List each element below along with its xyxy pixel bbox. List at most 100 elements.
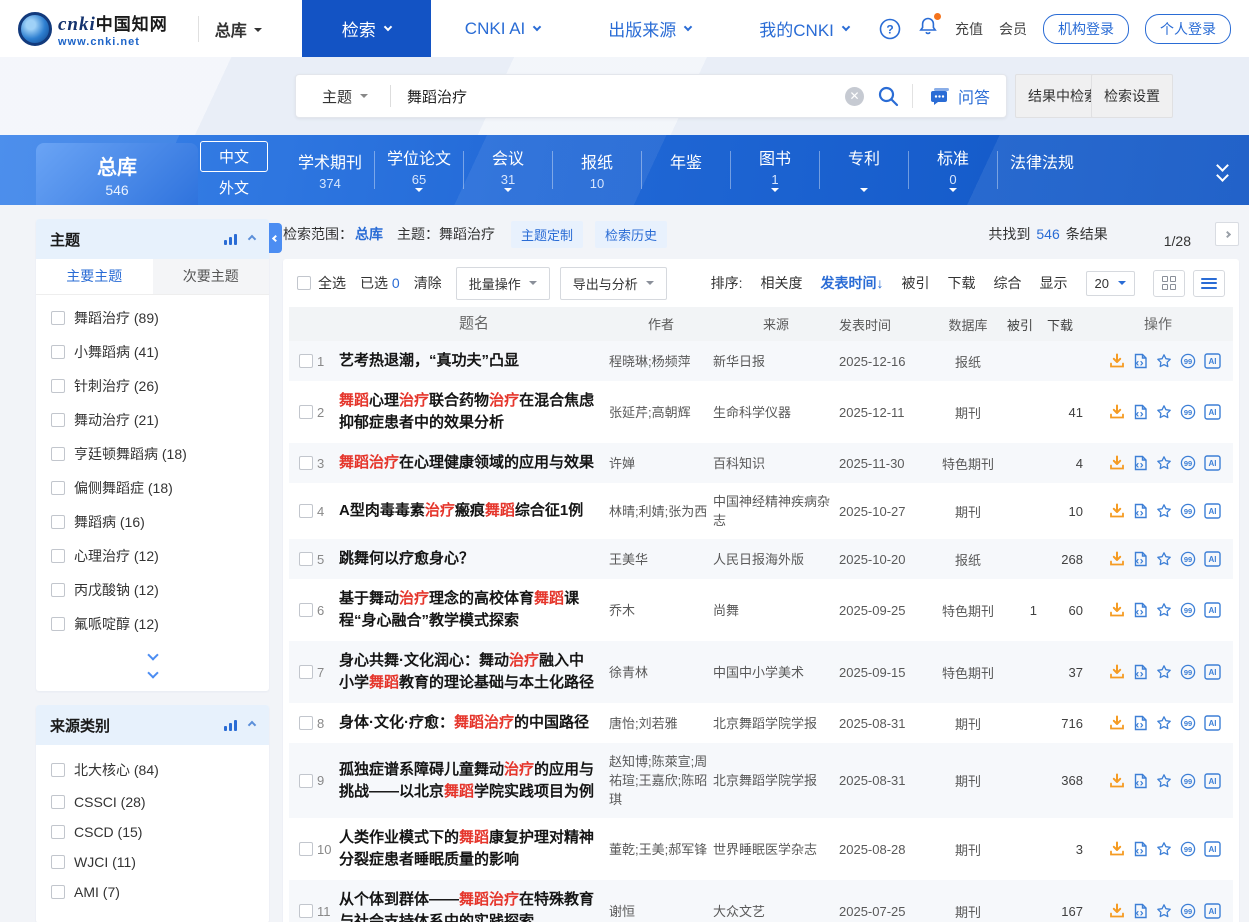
checkbox[interactable]	[51, 885, 65, 899]
source-collapse-icon[interactable]	[248, 721, 256, 729]
download-icon[interactable]	[1109, 551, 1125, 567]
grid-view-button[interactable]	[1153, 270, 1185, 297]
filter-item[interactable]: 舞动治疗 (21)	[36, 403, 269, 437]
db-tab[interactable]: 法律法规	[998, 149, 1086, 191]
result-authors[interactable]: 唐怡;刘若雅	[609, 714, 713, 733]
checkbox[interactable]	[51, 481, 65, 495]
checkbox[interactable]	[51, 447, 65, 461]
nav-cnki-ai[interactable]: CNKI AI	[431, 0, 574, 57]
help-icon[interactable]: ?	[879, 18, 901, 40]
recharge-link[interactable]: 充值	[955, 19, 983, 39]
html-read-icon[interactable]	[1133, 353, 1148, 369]
notification-bell-icon[interactable]	[917, 15, 939, 42]
result-title-link[interactable]: 人类作业模式下的舞蹈康复护理对精神分裂症患者睡眠质量的影响	[339, 827, 609, 871]
result-authors[interactable]: 董乾;王美;郝军锋	[609, 840, 713, 859]
filter-item[interactable]: 亨廷顿舞蹈病 (18)	[36, 437, 269, 471]
row-checkbox[interactable]	[299, 552, 313, 566]
cite-icon[interactable]: 99	[1180, 602, 1196, 618]
row-checkbox[interactable]	[299, 405, 313, 419]
result-source[interactable]: 新华日报	[713, 352, 839, 371]
favorite-star-icon[interactable]	[1156, 715, 1172, 731]
result-authors[interactable]: 程晓琳;杨频萍	[609, 352, 713, 371]
checkbox[interactable]	[51, 549, 65, 563]
download-icon[interactable]	[1109, 404, 1125, 420]
result-authors[interactable]: 赵知博;陈萊宣;周祐瑄;王嘉欣;陈昭琪	[609, 752, 713, 809]
html-read-icon[interactable]	[1133, 551, 1148, 567]
html-read-icon[interactable]	[1133, 715, 1148, 731]
row-checkbox[interactable]	[299, 842, 313, 856]
cite-icon[interactable]: 99	[1180, 773, 1196, 789]
filter-item[interactable]: CSCD (15)	[36, 817, 269, 847]
result-title-link[interactable]: 从个体到群体——舞蹈治疗在特殊教育与社会支持体系中的实践探索	[339, 889, 609, 922]
sort-publish-time[interactable]: 发表时间↓	[821, 273, 884, 293]
result-title-link[interactable]: 身心共舞·文化润心：舞动治疗融入中小学舞蹈教育的理论基础与本土化路径	[339, 650, 609, 694]
ai-assistant-icon[interactable]: AI	[1204, 404, 1221, 420]
result-authors[interactable]: 张延芹;高朝辉	[609, 403, 713, 422]
html-read-icon[interactable]	[1133, 602, 1148, 618]
filter-item[interactable]: WJCI (11)	[36, 847, 269, 877]
favorite-star-icon[interactable]	[1156, 841, 1172, 857]
db-tab[interactable]: 会议 31	[464, 145, 552, 196]
search-settings-button[interactable]: 检索设置	[1091, 74, 1173, 118]
result-source[interactable]: 大众文艺	[713, 902, 839, 921]
sort-cited[interactable]: 被引	[902, 273, 930, 293]
result-source[interactable]: 尚舞	[713, 601, 839, 620]
result-source[interactable]: 中国神经精神疾病杂志	[713, 492, 839, 530]
subject-collapse-icon[interactable]	[248, 235, 256, 243]
filter-item[interactable]: 丙戊酸钠 (12)	[36, 573, 269, 607]
row-checkbox[interactable]	[299, 774, 313, 788]
ai-assistant-icon[interactable]: AI	[1204, 664, 1221, 680]
row-checkbox[interactable]	[299, 665, 313, 679]
checkbox[interactable]	[51, 795, 65, 809]
more-databases-icon[interactable]	[1218, 161, 1227, 180]
ai-assistant-icon[interactable]: AI	[1204, 773, 1221, 789]
result-authors[interactable]: 谢恒	[609, 902, 713, 921]
ai-assistant-icon[interactable]: AI	[1204, 715, 1221, 731]
subject-chart-icon[interactable]	[224, 234, 237, 245]
result-title-link[interactable]: 跳舞何以疗愈身心？	[339, 548, 609, 570]
result-authors[interactable]: 乔木	[609, 601, 713, 620]
tab-main-subject[interactable]: 主要主题	[36, 259, 153, 294]
sort-downloads[interactable]: 下载	[948, 273, 976, 293]
html-read-icon[interactable]	[1133, 773, 1148, 789]
favorite-star-icon[interactable]	[1156, 903, 1172, 919]
db-tab[interactable]: 标准 0	[909, 145, 997, 196]
filter-item[interactable]: 偏侧舞蹈症 (18)	[36, 471, 269, 505]
filter-item[interactable]: 小舞蹈病 (41)	[36, 335, 269, 369]
download-icon[interactable]	[1109, 664, 1125, 680]
favorite-star-icon[interactable]	[1156, 353, 1172, 369]
download-icon[interactable]	[1109, 773, 1125, 789]
filter-item[interactable]: 舞蹈治疗 (89)	[36, 301, 269, 335]
scope-value[interactable]: 总库	[355, 224, 383, 244]
result-source[interactable]: 北京舞蹈学院学报	[713, 771, 839, 790]
favorite-star-icon[interactable]	[1156, 404, 1172, 420]
lang-tab-chinese[interactable]: 中文	[200, 141, 268, 172]
checkbox[interactable]	[51, 583, 65, 597]
result-title-link[interactable]: 舞蹈治疗在心理健康领域的应用与效果	[339, 452, 609, 474]
db-tab[interactable]: 年鉴	[642, 149, 730, 191]
checkbox[interactable]	[51, 515, 65, 529]
search-history-button[interactable]: 检索历史	[595, 221, 667, 248]
filter-item[interactable]: 心理治疗 (12)	[36, 539, 269, 573]
result-authors[interactable]: 王美华	[609, 550, 713, 569]
result-source[interactable]: 世界睡眠医学杂志	[713, 840, 839, 859]
html-read-icon[interactable]	[1133, 404, 1148, 420]
row-checkbox[interactable]	[299, 354, 313, 368]
result-authors[interactable]: 徐青林	[609, 663, 713, 682]
cite-icon[interactable]: 99	[1180, 455, 1196, 471]
html-read-icon[interactable]	[1133, 841, 1148, 857]
result-authors[interactable]: 林晴;利婧;张为西	[609, 502, 713, 521]
checkbox[interactable]	[51, 855, 65, 869]
html-read-icon[interactable]	[1133, 455, 1148, 471]
filter-item[interactable]: AMI (7)	[36, 877, 269, 907]
tab-secondary-subject[interactable]: 次要主题	[153, 259, 270, 294]
cite-icon[interactable]: 99	[1180, 404, 1196, 420]
filter-item[interactable]: 北大核心 (84)	[36, 753, 269, 787]
ai-assistant-icon[interactable]: AI	[1204, 503, 1221, 519]
checkbox[interactable]	[51, 413, 65, 427]
sort-comprehensive[interactable]: 综合	[994, 273, 1022, 293]
download-icon[interactable]	[1109, 841, 1125, 857]
favorite-star-icon[interactable]	[1156, 773, 1172, 789]
result-source[interactable]: 人民日报海外版	[713, 550, 839, 569]
ai-assistant-icon[interactable]: AI	[1204, 353, 1221, 369]
